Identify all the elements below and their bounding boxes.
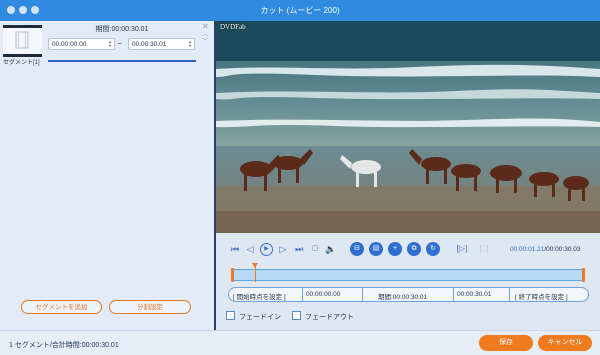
beach-horses-frame — [216, 21, 600, 233]
skip-to-end-icon[interactable]: ⏭ — [293, 243, 305, 255]
timeline-track[interactable] — [232, 269, 584, 281]
segment-panel: セグメント[1] 期間:00:00:30.01 00:00:00.00 ▲ ▼ –… — [0, 21, 214, 330]
separator — [453, 288, 454, 301]
video-watermark: DVDFab — [220, 23, 246, 31]
fade-in-label: フェードイン — [239, 314, 281, 321]
mark-out-icon[interactable]: [□] — [478, 243, 490, 255]
delete-segment-icon[interactable]: ✕ — [202, 22, 209, 31]
add-segment-button[interactable]: セグメントを追加 — [21, 300, 102, 314]
start-time-field[interactable]: 00:00:00.00 — [306, 291, 340, 298]
segment-thumbnail[interactable] — [3, 25, 42, 57]
segment-summary: 1 セグメント/合計時間:00:00:30.01 — [9, 342, 119, 349]
segment-end-input[interactable]: 00:00:30.01 ▲ ▼ — [128, 38, 195, 50]
separator — [509, 288, 510, 301]
fade-out-label: フェードアウト — [305, 314, 354, 321]
set-end-label: 終了時点を設定 — [518, 294, 565, 301]
separator — [362, 288, 363, 301]
next-frame-icon[interactable]: ▷ — [277, 243, 289, 255]
segment-duration: 期間:00:00:30.01 — [95, 26, 149, 33]
volume-icon[interactable]: 🔈 — [325, 243, 337, 255]
cut-window: カット (ムービー 200) セグメント[1] 期間:00:00:30.01 0… — [0, 0, 600, 355]
add-segment-icon-button[interactable]: + — [388, 242, 402, 256]
range-dash: – — [118, 40, 122, 47]
split-settings-button[interactable]: 分割設定 — [109, 300, 191, 314]
separator — [302, 288, 303, 301]
fade-in-checkbox[interactable] — [226, 311, 235, 320]
fade-out-checkbox[interactable] — [292, 311, 301, 320]
set-start-button[interactable]: [ 開始時点を設定 ] — [233, 291, 286, 301]
timeline-end-handle[interactable] — [582, 268, 585, 282]
previous-frame-icon[interactable]: ◁ — [244, 243, 256, 255]
segment-label: セグメント[1] — [3, 60, 40, 66]
playback-time: 00:00:01.21/00:00:30.03 — [510, 246, 581, 253]
segment-start-input[interactable]: 00:00:00.00 ▲ ▼ — [48, 38, 115, 50]
segment-marker-button[interactable]: ⊟ — [350, 242, 364, 256]
total-time: /00:00:30.03 — [544, 246, 581, 253]
reset-button[interactable]: ↻ — [426, 242, 440, 256]
footer-bar: 1 セグメント/合計時間:00:00:30.01 保存 キャンセル — [0, 330, 600, 355]
skip-to-start-icon[interactable]: ⏮ — [229, 243, 241, 255]
reorder-chevrons-icon[interactable]: ︿ ﹀ — [202, 32, 208, 46]
cancel-button[interactable]: キャンセル — [538, 335, 592, 351]
play-icon[interactable]: ▶ — [260, 243, 273, 256]
split-button[interactable]: ▤ — [369, 242, 383, 256]
set-start-label: 開始時点を設定 — [236, 294, 283, 301]
title-bar: カット (ムービー 200) — [0, 0, 600, 21]
video-preview — [216, 21, 600, 233]
window-title: カット (ムービー 200) — [260, 6, 340, 15]
end-stepper-icon[interactable]: ▲ ▼ — [188, 40, 192, 48]
segment-start-value: 00:00:00.00 — [52, 41, 87, 48]
start-stepper-icon[interactable]: ▲ ▼ — [108, 40, 112, 48]
duration-field: 期間:00:00:30.01 — [378, 294, 428, 301]
end-time-field[interactable]: 00:00:30.01 — [457, 291, 491, 298]
segment-underline — [48, 60, 196, 62]
stop-icon[interactable]: ▢ — [309, 243, 321, 255]
playhead[interactable] — [255, 265, 256, 282]
mark-in-icon[interactable]: [▷] — [456, 243, 468, 255]
film-icon — [15, 31, 29, 49]
timeline-start-handle[interactable] — [231, 268, 234, 282]
segment-end-value: 00:00:30.01 — [132, 41, 167, 48]
copy-segment-button[interactable]: ⧉ — [407, 242, 421, 256]
set-end-button[interactable]: [ 終了時点を設定 ] — [515, 291, 568, 301]
save-button[interactable]: 保存 — [479, 335, 533, 351]
current-time: 00:00:01.21 — [510, 246, 545, 253]
